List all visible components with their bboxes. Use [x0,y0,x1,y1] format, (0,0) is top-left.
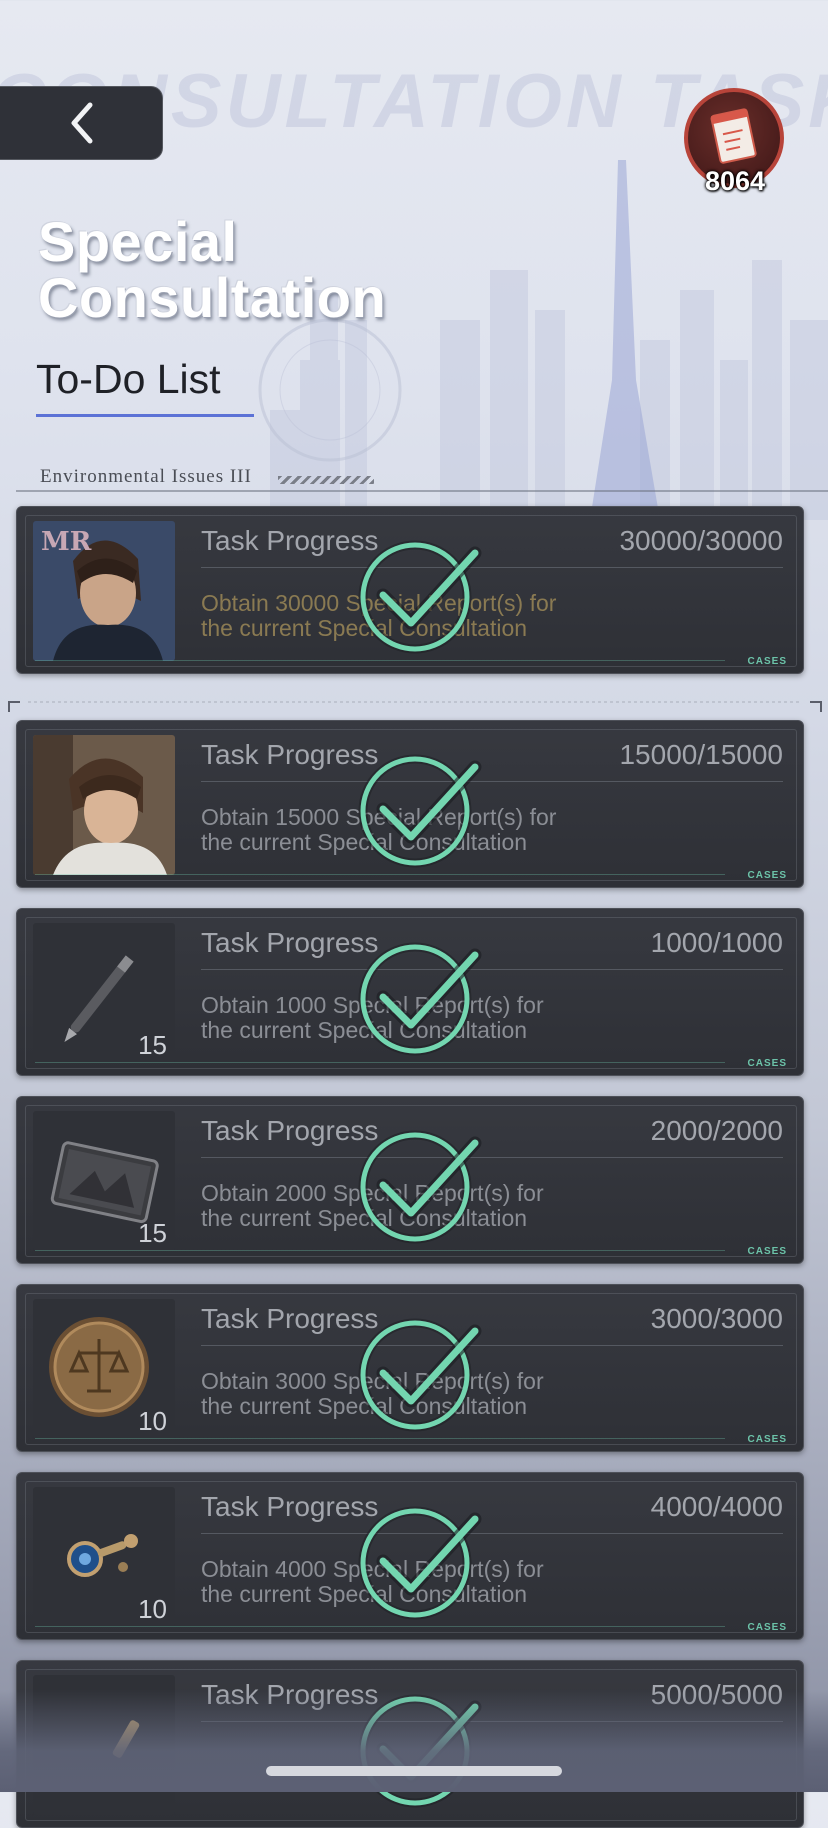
section-stripes-decoration [278,476,374,484]
reward-portrait-card: MR [33,521,175,661]
cases-badge: CASES [747,870,787,881]
bracket-divider [8,701,822,712]
page-title: Special Consultation [38,214,386,326]
completed-check-icon [358,754,482,868]
card-separator [201,781,783,782]
completed-check-icon [358,540,482,654]
cases-badge: CASES [747,1622,787,1633]
currency-count: 8064 [704,166,766,196]
section-label: Environmental Issues III [40,466,252,487]
card-separator [201,1157,783,1158]
progress-value: 5000/5000 [650,1679,783,1710]
progress-label: Task Progress [201,1679,379,1710]
progress-label: Task Progress [201,1303,379,1334]
progress-label: Task Progress [201,1115,379,1146]
progress-value: 1000/1000 [650,927,783,958]
card-separator [201,1533,783,1534]
cases-line [35,874,725,875]
scales-coin-icon: 10 [33,1299,175,1439]
completed-check-icon [358,1506,482,1620]
card-separator [201,1345,783,1346]
completed-check-icon [358,1694,482,1808]
pen-icon: 15 [33,923,175,1063]
mr-logo: MR [41,527,92,557]
tablet-icon: 15 [33,1111,175,1251]
cases-badge: CASES [747,1434,787,1445]
item-quantity: 15 [138,1030,167,1060]
task-card[interactable]: Task Progress 15000/15000 Obtain 15000 S… [16,720,804,888]
item-icon [33,1675,175,1815]
subtitle-underline [36,414,254,417]
completed-check-icon [358,942,482,1056]
cases-line [35,1250,725,1251]
task-card[interactable]: Task Progress 5000/5000 [16,1660,804,1828]
section-divider [16,490,828,492]
progress-label: Task Progress [201,525,379,556]
task-card[interactable]: 15 Task Progress 2000/2000 Obtain 2000 S… [16,1096,804,1264]
progress-value: 30000/30000 [619,525,783,556]
progress-value: 15000/15000 [619,739,783,770]
progress-value: 4000/4000 [650,1491,783,1522]
cufflinks-icon: 10 [33,1487,175,1627]
cases-line [35,1438,725,1439]
cases-badge: CASES [747,656,787,667]
back-button[interactable] [0,86,163,160]
progress-label: Task Progress [201,927,379,958]
progress-label: Task Progress [201,1491,379,1522]
task-card[interactable]: 10 Task Progress 4000/4000 Obtain 4000 S… [16,1472,804,1640]
completed-check-icon [358,1318,482,1432]
progress-value: 2000/2000 [650,1115,783,1146]
cases-line [35,1062,725,1063]
progress-value: 3000/3000 [650,1303,783,1334]
completed-check-icon [358,1130,482,1244]
page-title-line-2: Consultation [38,266,387,329]
card-separator [201,969,783,970]
task-card[interactable]: 10 Task Progress 3000/3000 Obtain 3000 S… [16,1284,804,1452]
home-indicator[interactable] [266,1766,562,1776]
page-subtitle: To-Do List [36,356,221,402]
item-quantity: 15 [138,1218,167,1248]
card-separator [201,567,783,568]
task-card[interactable]: 15 Task Progress 1000/1000 Obtain 1000 S… [16,908,804,1076]
cases-line [35,1626,725,1627]
card-separator [201,1721,783,1722]
item-quantity: 10 [138,1406,167,1436]
special-report-currency[interactable]: 8064 [682,86,790,198]
item-quantity: 10 [138,1594,167,1624]
reward-portrait-card [33,735,175,875]
chevron-left-icon [71,102,93,144]
progress-label: Task Progress [201,739,379,770]
page-title-line-1: Special [38,210,238,273]
task-card[interactable]: MR Task Progress 30000/30000 Obtain 3000… [16,506,804,674]
cases-line [35,660,725,661]
cases-badge: CASES [747,1058,787,1069]
cases-badge: CASES [747,1246,787,1257]
